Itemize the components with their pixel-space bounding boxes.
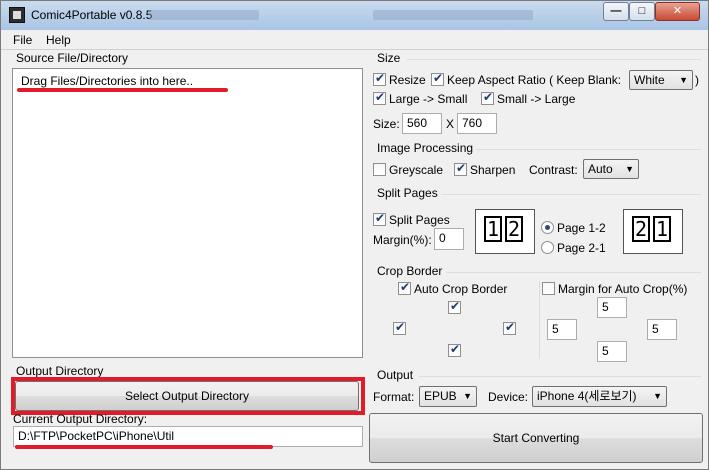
page-digit: 1 — [653, 216, 671, 242]
chevron-down-icon: ▼ — [625, 164, 634, 174]
auto-crop-checkbox[interactable] — [398, 280, 411, 295]
start-converting-label: Start Converting — [492, 431, 580, 445]
resize-label: Resize — [389, 73, 426, 87]
menu-help[interactable]: Help — [46, 33, 71, 47]
title-bar[interactable]: Comic4Portable v0.8.5 — □ ✕ — [1, 1, 708, 30]
drop-placeholder: Drag Files/Directories into here.. — [21, 74, 194, 88]
chevron-down-icon: ▼ — [653, 391, 662, 401]
current-output-label: Current Output Directory: — [13, 412, 148, 426]
page-order-2-1-icon: 2 1 — [623, 209, 683, 254]
split-pages-divider — [441, 194, 701, 195]
resize-checkbox[interactable] — [373, 71, 386, 86]
start-converting-button[interactable]: Start Converting — [369, 413, 703, 463]
format-label: Format: — [373, 390, 415, 404]
device-label: Device: — [488, 390, 529, 404]
page-2-1-radio[interactable] — [541, 241, 554, 254]
split-margin-field[interactable]: 0 — [434, 228, 464, 250]
crop-top-checkbox[interactable] — [448, 299, 461, 314]
crop-right-checkbox[interactable] — [503, 320, 516, 335]
output-dir-header: Output Directory — [16, 364, 104, 378]
margin-right-field[interactable]: 5 — [647, 319, 677, 340]
page-digit: 2 — [632, 216, 650, 242]
crop-left-checkbox[interactable] — [393, 320, 406, 335]
output-divider — [419, 376, 701, 377]
blurred-title-text — [149, 10, 259, 20]
blank-color-value: White — [634, 73, 665, 87]
format-value: EPUB — [424, 389, 457, 403]
main-window: Comic4Portable v0.8.5 — □ ✕ File Help So… — [0, 0, 709, 470]
window-title: Comic4Portable v0.8.5 — [31, 8, 153, 22]
size-divider — [407, 59, 701, 60]
small-to-large-label: Small -> Large — [497, 92, 576, 106]
sharpen-checkbox[interactable] — [454, 161, 467, 176]
margin-bottom-field[interactable]: 5 — [597, 341, 627, 362]
size-x-label: X — [446, 117, 455, 131]
minimize-button[interactable]: — — [603, 2, 629, 21]
split-margin-label: Margin(%): — [373, 233, 432, 247]
large-to-small-label: Large -> Small — [389, 92, 468, 106]
source-drop-list[interactable]: Drag Files/Directories into here.. — [12, 68, 363, 358]
menu-file[interactable]: File — [13, 33, 32, 47]
close-button[interactable]: ✕ — [655, 2, 700, 21]
greyscale-label: Greyscale — [389, 163, 444, 177]
size-header: Size — [377, 51, 401, 65]
menu-bar: File Help — [1, 30, 708, 50]
page-1-2-radio[interactable] — [541, 221, 554, 234]
chevron-down-icon: ▼ — [679, 75, 688, 85]
maximize-button[interactable]: □ — [629, 2, 655, 21]
page-1-2-label: Page 1-2 — [557, 221, 606, 235]
blurred-title-text — [373, 10, 533, 20]
margin-auto-crop-checkbox[interactable] — [542, 282, 555, 295]
large-to-small-checkbox[interactable] — [373, 90, 386, 105]
margin-auto-crop-label: Margin for Auto Crop(%) — [558, 282, 688, 296]
page-digit: 1 — [484, 216, 502, 242]
image-processing-header: Image Processing — [377, 141, 474, 155]
split-pages-checkbox[interactable] — [373, 211, 386, 226]
page-order-1-2-icon: 1 2 — [475, 209, 535, 254]
highlight-underline — [15, 445, 273, 449]
highlight-underline — [17, 88, 228, 92]
split-pages-header: Split Pages — [377, 186, 438, 200]
crop-border-divider — [446, 272, 701, 273]
chevron-down-icon: ▼ — [463, 391, 472, 401]
page-2-1-label: Page 2-1 — [557, 241, 606, 255]
contrast-select[interactable]: Auto ▼ — [583, 159, 639, 179]
image-processing-divider — [476, 149, 701, 150]
blank-color-select[interactable]: White ▼ — [629, 70, 693, 90]
width-field[interactable]: 560 — [402, 113, 442, 134]
sharpen-label: Sharpen — [470, 163, 516, 177]
size-label: Size: — [373, 117, 400, 131]
crop-border-header: Crop Border — [377, 264, 443, 278]
device-value: iPhone 4(세로보기) — [537, 389, 637, 403]
highlight-box — [11, 377, 365, 415]
output-header: Output — [377, 368, 414, 382]
source-header: Source File/Directory — [16, 51, 129, 65]
crop-vertical-divider — [539, 281, 540, 359]
keep-aspect-label: Keep Aspect Ratio ( Keep Blank: — [447, 73, 622, 87]
device-select[interactable]: iPhone 4(세로보기) ▼ — [532, 386, 667, 407]
page-digit: 2 — [505, 216, 523, 242]
format-select[interactable]: EPUB ▼ — [419, 386, 477, 407]
crop-bottom-checkbox[interactable] — [448, 342, 461, 357]
greyscale-checkbox[interactable] — [373, 163, 386, 176]
margin-top-field[interactable]: 5 — [597, 297, 627, 318]
keep-aspect-checkbox[interactable] — [431, 71, 444, 86]
contrast-label: Contrast: — [529, 163, 578, 177]
current-output-field[interactable]: D:\FTP\PocketPC\iPhone\Util — [13, 426, 363, 447]
small-to-large-checkbox[interactable] — [481, 90, 494, 105]
keep-aspect-close-paren: ) — [695, 73, 699, 87]
height-field[interactable]: 760 — [457, 113, 497, 134]
margin-left-field[interactable]: 5 — [547, 319, 577, 340]
auto-crop-label: Auto Crop Border — [414, 282, 508, 296]
contrast-value: Auto — [588, 162, 613, 176]
app-icon — [9, 7, 25, 23]
split-pages-label: Split Pages — [389, 213, 450, 227]
